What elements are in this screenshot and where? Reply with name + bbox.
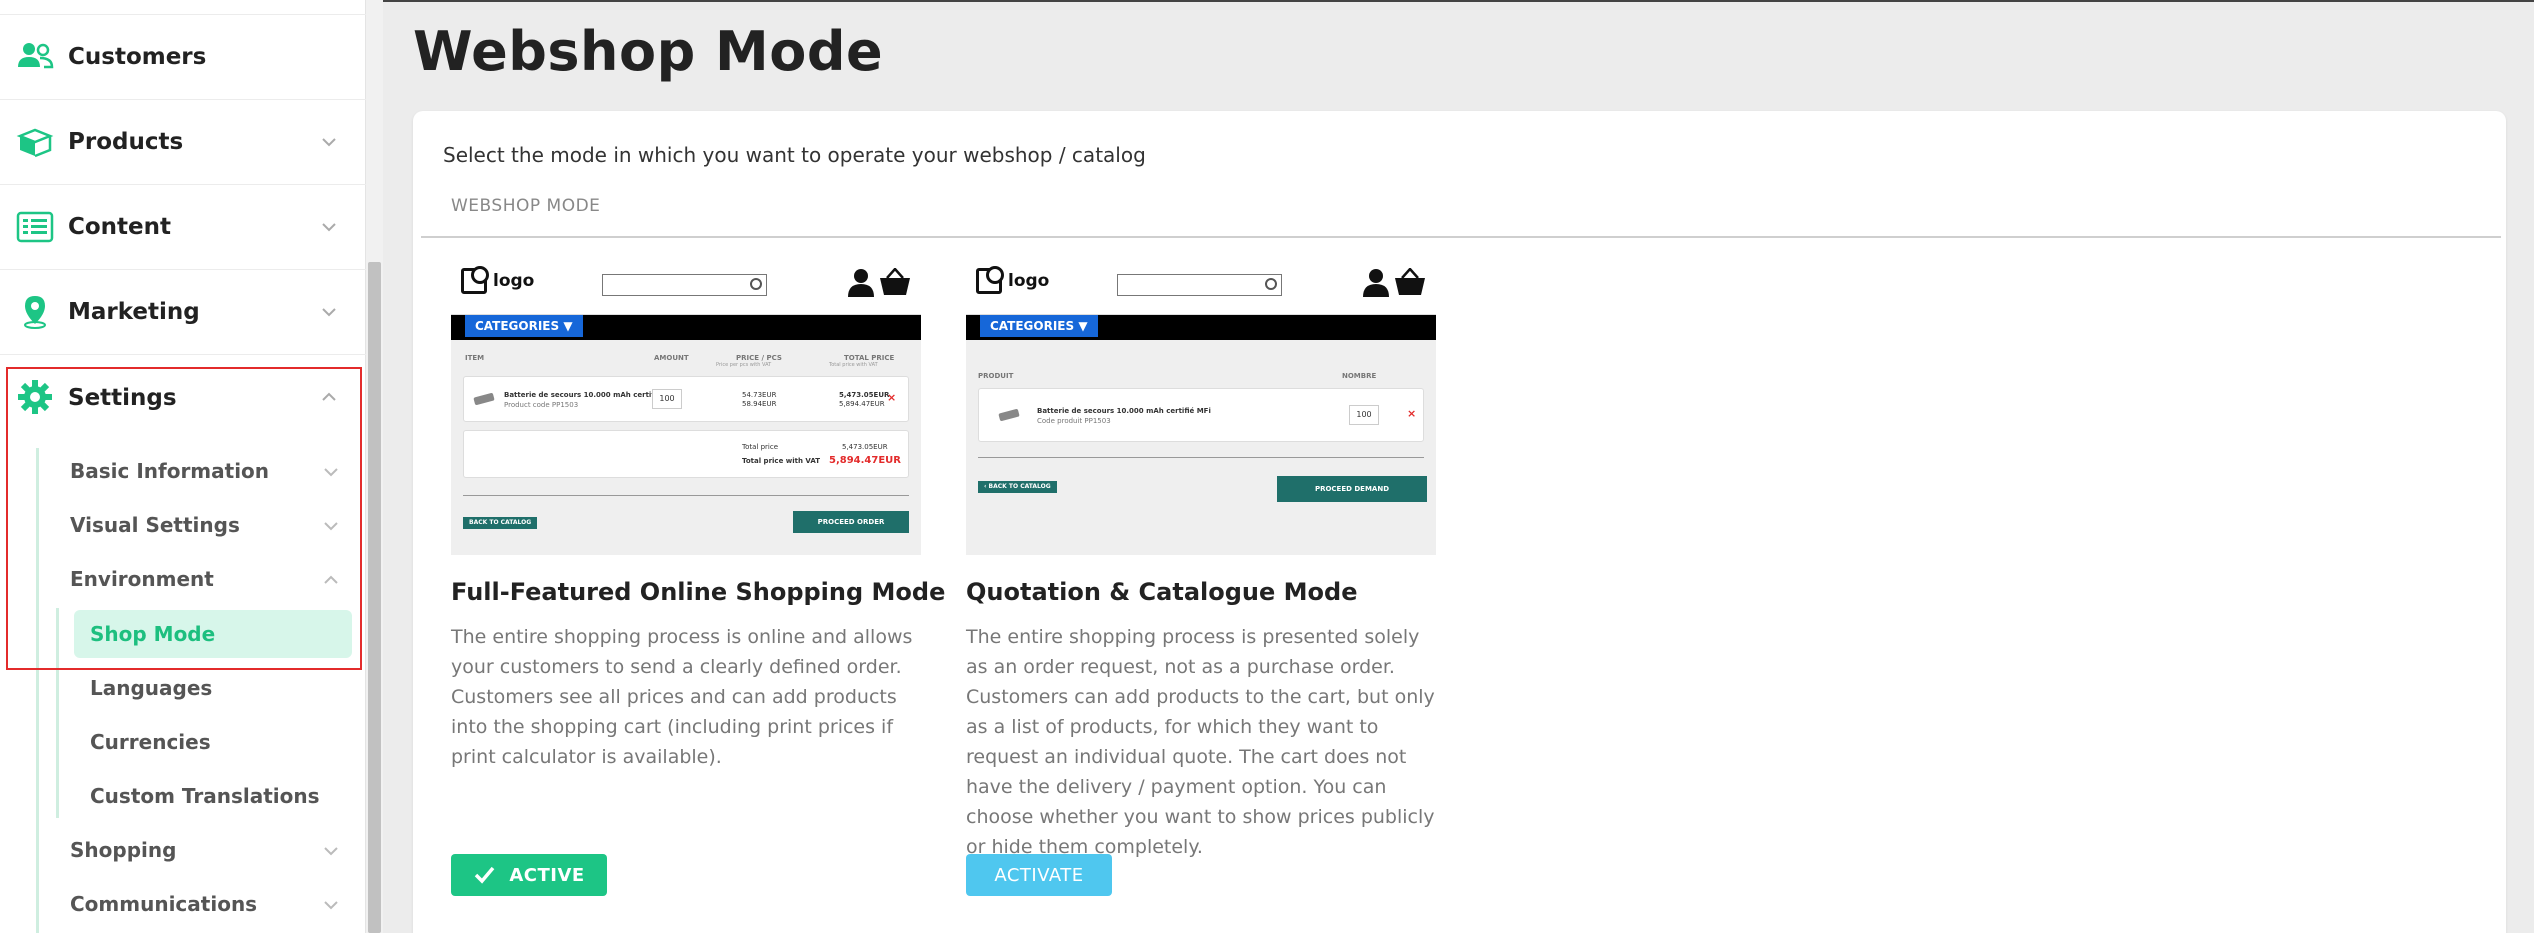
sidebar-item-languages[interactable]: Languages <box>90 664 212 712</box>
top-divider <box>383 0 2534 2</box>
map-pin-icon <box>24 296 46 329</box>
logo-icon: logo <box>976 266 1049 294</box>
search-icon <box>602 274 767 296</box>
remove-icon: × <box>1407 407 1417 420</box>
sidebar-item-shopping[interactable]: Shopping <box>70 826 176 874</box>
mode-description: The entire shopping process is online an… <box>451 626 913 768</box>
sidebar-item-label: Products <box>68 129 184 155</box>
sidebar-item-content[interactable]: Content <box>0 185 366 270</box>
sidebar-item-label: Customers <box>68 44 207 70</box>
sidebar-item-custom-translations[interactable]: Custom Translations <box>90 772 320 820</box>
sidebar-item-label: Custom Translations <box>90 784 320 808</box>
users-icon <box>18 43 54 69</box>
sidebar: Customers Products Content Marketing Set… <box>0 0 366 933</box>
mode-title: Full-Featured Online Shopping Mode <box>451 578 946 606</box>
user-icon <box>848 269 874 297</box>
sidebar-item-label: Shopping <box>70 838 177 862</box>
page-title: Webshop Mode <box>413 20 884 83</box>
mode-description: The entire shopping process is presented… <box>966 626 1435 858</box>
chevron-down-icon <box>320 218 338 236</box>
active-button[interactable]: ACTIVE <box>451 854 607 896</box>
remove-icon: × <box>887 391 897 404</box>
basket-icon <box>880 268 910 295</box>
sidebar-scrollbar-thumb[interactable] <box>368 262 381 933</box>
sidebar-item-customers[interactable]: Customers <box>0 15 366 100</box>
activate-button[interactable]: ACTIVATE <box>966 854 1112 896</box>
tab-webshop-mode[interactable]: WEBSHOP MODE <box>451 196 600 216</box>
logo-icon: logo <box>461 266 534 294</box>
check-icon <box>475 866 495 884</box>
mode-preview-image: logo CATEGORIES ▼ PRODUIT NOMBRE Batteri… <box>966 252 1436 555</box>
sidebar-item-label: Marketing <box>68 299 200 325</box>
settings-highlight-box <box>6 367 362 670</box>
intro-text: Select the mode in which you want to ope… <box>443 143 1146 167</box>
chevron-down-icon <box>322 896 340 914</box>
sidebar-item-label: Content <box>68 214 172 240</box>
search-icon <box>1117 274 1282 296</box>
user-icon <box>1363 269 1389 297</box>
sidebar-item-label: Communications <box>70 892 258 916</box>
sidebar-scrollbar[interactable] <box>366 0 383 933</box>
chevron-down-icon <box>320 303 338 321</box>
box-icon <box>16 128 54 158</box>
basket-icon <box>1395 268 1425 295</box>
list-icon <box>16 211 54 243</box>
sidebar-item-marketing[interactable]: Marketing <box>0 270 366 355</box>
chevron-down-icon <box>322 842 340 860</box>
sidebar-item-products[interactable]: Products <box>0 100 366 185</box>
mode-preview-image: logo CATEGORIES ▼ ITEM AMOUNT PRICE / PC… <box>451 252 921 555</box>
mode-title: Quotation & Catalogue Mode <box>966 578 1358 606</box>
tab-divider <box>421 236 2501 238</box>
sidebar-item-currencies[interactable]: Currencies <box>90 718 211 766</box>
sidebar-item-label: Currencies <box>90 730 211 754</box>
sidebar-item-communications[interactable]: Communications <box>70 880 257 928</box>
sidebar-item-label: Languages <box>90 676 213 700</box>
chevron-down-icon <box>320 133 338 151</box>
